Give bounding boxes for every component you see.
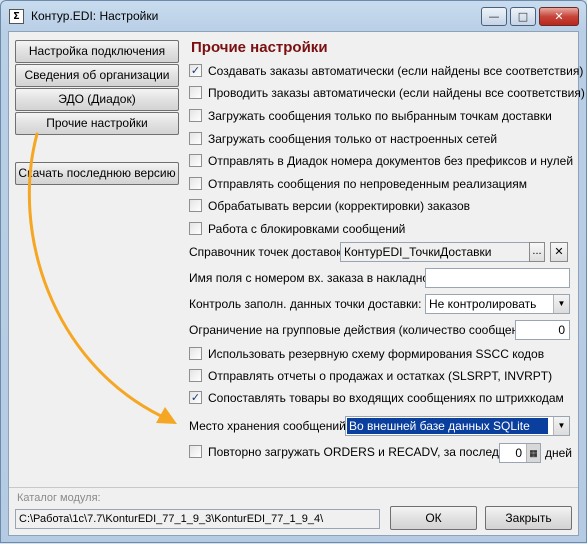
ok-button[interactable]: ОК: [390, 506, 477, 530]
checkbox-match-barcodes[interactable]: ✓ Сопоставлять товары во входящих сообщен…: [189, 391, 564, 409]
checkbox-selected-points[interactable]: Загружать сообщения только по выбранным …: [189, 109, 552, 127]
checkbox-box[interactable]: ✓: [189, 391, 202, 405]
checkbox-post-orders[interactable]: Проводить заказы автоматически (если най…: [189, 86, 585, 104]
checkbox-reload-orders[interactable]: Повторно загружать ORDERS и RECADV, за п…: [189, 445, 519, 463]
checkbox-label: Сопоставлять товары во входящих сообщени…: [208, 391, 564, 405]
dropdown-arrow-icon[interactable]: ▼: [553, 417, 569, 435]
minimize-button[interactable]: —: [481, 7, 507, 26]
section-title: Прочие настройки: [191, 39, 328, 56]
window-title: Контур.EDI: Настройки: [31, 9, 159, 23]
checkbox-diadoc-numbers[interactable]: Отправлять в Диадок номера документов бе…: [189, 154, 573, 172]
reload-days-input[interactable]: 0 ▦: [499, 443, 541, 463]
checkbox-box[interactable]: [189, 199, 202, 213]
delivery-ref-label: Справочник точек доставок:: [189, 245, 345, 259]
checkbox-sales-reports[interactable]: Отправлять отчеты о продажах и остатках …: [189, 369, 552, 387]
dropdown-arrow-icon[interactable]: ▼: [553, 295, 569, 313]
checkbox-label: Отправлять отчеты о продажах и остатках …: [208, 369, 553, 383]
checkbox-box[interactable]: [189, 222, 202, 236]
checkbox-box[interactable]: ✓: [189, 64, 202, 78]
calculator-icon[interactable]: ▦: [526, 444, 540, 462]
checkbox-box[interactable]: [189, 445, 202, 459]
checkbox-message-locks[interactable]: Работа с блокировками сообщений: [189, 222, 405, 240]
footer-divider: [9, 487, 578, 488]
checkbox-box[interactable]: [189, 109, 202, 123]
delivery-ref-select-button[interactable]: ...: [529, 242, 545, 262]
catalog-label: Каталог модуля:: [17, 492, 101, 504]
close-window-button[interactable]: ✕: [539, 7, 579, 26]
checkbox-label: Обрабатывать версии (корректировки) зака…: [208, 199, 471, 213]
storage-label: Место хранения сообщений:: [189, 419, 350, 433]
checkbox-order-versions[interactable]: Обрабатывать версии (корректировки) зака…: [189, 199, 470, 217]
close-button[interactable]: Закрыть: [485, 506, 572, 530]
reload-days-label: дней: [545, 446, 573, 460]
delivery-ref-clear-button[interactable]: ✕: [550, 242, 568, 262]
checkbox-label: Создавать заказы автоматически (если най…: [208, 64, 584, 78]
checkbox-box[interactable]: [189, 154, 202, 168]
delivery-ref-field[interactable]: КонтурEDI_ТочкиДоставки: [340, 242, 530, 262]
nav-edo-button[interactable]: ЭДО (Диадок): [15, 88, 179, 111]
storage-value: Во внешней базе данных SQLite: [346, 417, 549, 435]
app-icon: Σ: [9, 9, 24, 24]
checkbox-label: Отправлять сообщения по непроведенным ре…: [208, 177, 527, 191]
storage-select[interactable]: Во внешней базе данных SQLite ▼: [345, 416, 570, 436]
checkbox-sscc-backup[interactable]: Использовать резервную схему формировани…: [189, 347, 544, 365]
fill-control-select[interactable]: Не контролировать ▼: [425, 294, 570, 314]
checkbox-label: Работа с блокировками сообщений: [208, 222, 406, 236]
checkbox-label: Проводить заказы автоматически (если най…: [208, 86, 585, 100]
checkbox-label: Использовать резервную схему формировани…: [208, 347, 545, 361]
checkbox-box[interactable]: [189, 177, 202, 191]
maximize-button[interactable]: □: [510, 7, 536, 26]
catalog-path-field[interactable]: C:\Работа\1с\7.7\KonturEDI_77_1_9_3\Kont…: [15, 509, 380, 529]
title-bar[interactable]: Σ Контур.EDI: Настройки — □ ✕: [1, 1, 586, 31]
checkbox-configured-networks[interactable]: Загружать сообщения только от настроенны…: [189, 132, 497, 150]
nav-other-settings-button[interactable]: Прочие настройки: [15, 112, 179, 135]
checkbox-unposted-sales[interactable]: Отправлять сообщения по непроведенным ре…: [189, 177, 527, 195]
checkbox-create-orders[interactable]: ✓ Создавать заказы автоматически (если на…: [189, 64, 583, 82]
fill-control-label: Контроль заполн. данных точки доставки:: [189, 297, 422, 311]
order-field-input[interactable]: [425, 268, 570, 288]
reload-days-value: 0: [515, 446, 522, 460]
download-latest-button[interactable]: Скачать последнюю версию: [15, 162, 179, 185]
checkbox-box[interactable]: [189, 347, 202, 361]
checkbox-box[interactable]: [189, 86, 202, 100]
nav-connection-button[interactable]: Настройка подключения: [15, 40, 179, 63]
fill-control-value: Не контролировать: [429, 297, 537, 311]
checkbox-box[interactable]: [189, 369, 202, 383]
order-field-label: Имя поля с номером вх. заказа в накладно…: [189, 271, 440, 285]
group-limit-input[interactable]: 0: [515, 320, 570, 340]
checkbox-label: Загружать сообщения только по выбранным …: [208, 109, 552, 123]
nav-organization-button[interactable]: Сведения об организации: [15, 64, 179, 87]
settings-window: Σ Контур.EDI: Настройки — □ ✕ Настройка …: [0, 0, 587, 543]
client-area: Настройка подключения Сведения об органи…: [8, 31, 585, 536]
group-limit-label: Ограничение на групповые действия (колич…: [189, 323, 539, 337]
checkbox-label: Повторно загружать ORDERS и RECADV, за п…: [208, 445, 519, 459]
checkbox-label: Загружать сообщения только от настроенны…: [208, 132, 498, 146]
checkbox-box[interactable]: [189, 132, 202, 146]
checkbox-label: Отправлять в Диадок номера документов бе…: [208, 154, 574, 168]
